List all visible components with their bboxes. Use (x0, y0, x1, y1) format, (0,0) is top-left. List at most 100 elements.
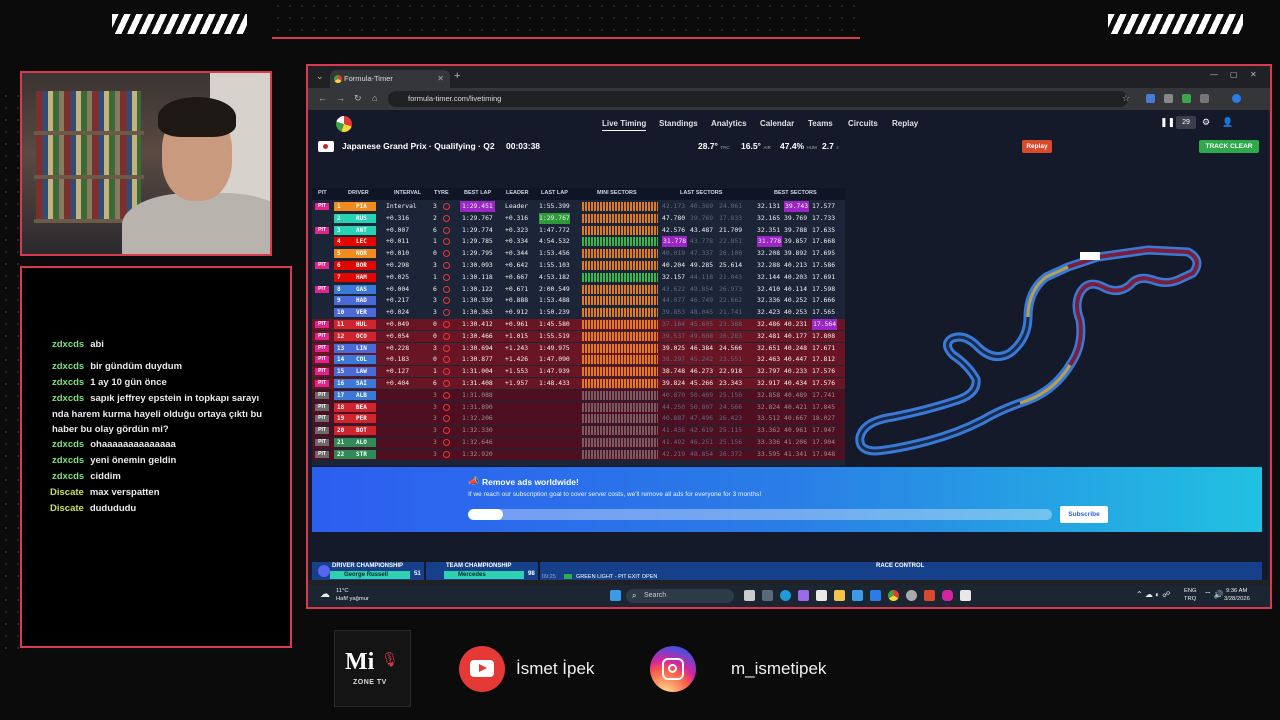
minimize-icon[interactable]: — (1210, 70, 1218, 79)
timing-row[interactable]: 10 VER +0.024 3 1:30.363 +0.912 1:50.239 39.853… (312, 307, 845, 318)
tab-menu-icon[interactable]: ⌄ (316, 71, 324, 82)
column-header[interactable]: DRIVER (348, 190, 369, 196)
timing-row[interactable]: PIT 1 PIA Interval 3 1:29.451 Leader 1:55.399 42… (312, 201, 845, 212)
office-icon[interactable] (816, 590, 827, 601)
chat-username[interactable]: zdxcds (52, 455, 84, 466)
close-tab-icon[interactable]: ✕ (437, 70, 444, 88)
timing-row[interactable]: PIT 22 STR 3 1:32.920 42.219 48.854 26.372 33.59… (312, 448, 845, 460)
timing-row[interactable]: PIT 13 LIN +0.228 3 1:30.694 +1.243 1:49.975 39.… (312, 342, 845, 354)
timing-row[interactable]: 4 LEC +0.011 1 1:29.785 +0.334 4:54.532 31.778 4… (312, 236, 845, 248)
driver-badge[interactable]: 19 PER (334, 414, 376, 424)
pause-icon[interactable]: ❚❚ (1160, 117, 1175, 128)
nav-replay[interactable]: Replay (892, 119, 918, 128)
timing-row[interactable]: PIT 19 PER 3 1:32.206 40.887 47.496 26.423 33.51… (312, 413, 845, 425)
tray-wifi-volume[interactable]: ⌔ 🔊 (1204, 590, 1224, 600)
chat-username[interactable]: zdxcds (52, 377, 84, 388)
timing-row[interactable]: 7 HAM +0.025 1 1:30.118 +0.667 4:53.182 32.157 4… (312, 272, 845, 283)
driver-badge[interactable]: 7 HAM (334, 272, 376, 282)
chat-username[interactable]: zdxcds (52, 393, 84, 404)
timing-row[interactable]: PIT 14 COL +0.183 0 1:30.877 +1.426 1:47.090 38.… (312, 354, 845, 366)
column-header[interactable]: PIT (318, 190, 327, 196)
timing-row[interactable]: PIT 18 BEA 3 1:31.890 44.250 50.807 24.566 32.82… (312, 401, 845, 413)
task-view-icon[interactable] (744, 590, 755, 601)
column-header[interactable]: MINI SECTORS (597, 190, 637, 196)
timing-row[interactable]: PIT 6 BOR +0.298 3 1:30.093 +0.642 1:55.103 40.2… (312, 260, 845, 271)
driver-badge[interactable]: 10 VER (334, 308, 376, 318)
timing-row[interactable]: PIT 20 BOT 3 1:32.330 41.436 42.619 25.115 33.36… (312, 425, 845, 437)
copilot-icon[interactable] (798, 590, 809, 601)
instagram-icon[interactable] (942, 590, 953, 601)
chat-username[interactable]: zdxcds (52, 361, 84, 372)
home-icon[interactable]: ⌂ (372, 93, 377, 103)
driver-badge[interactable]: 1 PIA (334, 202, 376, 211)
gear-icon[interactable]: ⚙ (1202, 117, 1210, 128)
url-field[interactable]: formula-timer.com/livetiming (388, 91, 1128, 107)
maximize-icon[interactable]: ▢ (1230, 70, 1238, 79)
subscribe-button[interactable]: Subscribe (1060, 506, 1108, 523)
driver-badge[interactable]: 6 BOR (334, 261, 376, 270)
driver-badge[interactable]: 16 SAI (334, 379, 376, 388)
nav-analytics[interactable]: Analytics (711, 119, 747, 128)
timing-row[interactable]: PIT 21 ALO 3 1:32.646 41.492 46.251 25.156 33.33… (312, 437, 845, 448)
chrome-icon[interactable] (888, 590, 899, 601)
mail-icon[interactable] (870, 590, 881, 601)
app-logo-icon[interactable] (336, 116, 352, 132)
chat-username[interactable]: Discate (50, 503, 84, 514)
column-header[interactable]: TYRE (434, 190, 449, 196)
extension-icon[interactable] (1164, 94, 1173, 103)
timing-row[interactable]: PIT 8 GAS +0.004 6 1:30.122 +0.671 2:00.549 43.6… (312, 284, 845, 295)
nav-circuits[interactable]: Circuits (848, 119, 878, 128)
discord-icon[interactable] (318, 565, 330, 577)
lang-1[interactable]: ENG (1184, 588, 1197, 594)
driver-badge[interactable]: 8 GAS (334, 284, 376, 294)
timing-row[interactable]: 5 NOR +0.010 0 1:29.795 +0.344 1:53.456 40.019 4… (312, 248, 845, 259)
chat-username[interactable]: zdxcds (52, 439, 84, 450)
taskbar-search[interactable]: Search (626, 589, 734, 603)
column-header[interactable]: BEST SECTORS (774, 190, 817, 196)
edge-icon[interactable] (780, 590, 791, 601)
windows-start-icon[interactable] (610, 590, 621, 601)
new-tab-icon[interactable]: + (454, 70, 460, 82)
timing-row[interactable]: PIT 11 HUL +0.049 0 1:30.412 +0.961 1:45.580 37.… (312, 319, 845, 330)
driver-badge[interactable]: 3 ANT (334, 225, 376, 235)
timing-row[interactable]: PIT 15 LAW +0.127 1 1:31.004 +1.553 1:47.939 38.… (312, 366, 845, 378)
driver-badge[interactable]: 22 STR (334, 449, 376, 459)
chat-username[interactable]: zdxcds (52, 339, 84, 350)
puzzle-icon[interactable] (1200, 94, 1209, 103)
driver-badge[interactable]: 12 OCO (334, 331, 376, 341)
column-header[interactable]: LAST SECTORS (680, 190, 722, 196)
track-status-button[interactable]: TRACK CLEAR (1199, 140, 1259, 153)
reload-icon[interactable]: ↻ (354, 93, 362, 104)
app-icon[interactable] (762, 590, 773, 601)
app-icon[interactable] (924, 590, 935, 601)
nav-standings[interactable]: Standings (659, 119, 698, 128)
extension-icon[interactable] (1146, 94, 1155, 103)
driver-badge[interactable]: 4 LEC (334, 237, 376, 247)
store-icon[interactable] (852, 590, 863, 601)
driver-badge[interactable]: 20 BOT (334, 426, 376, 436)
timing-row[interactable]: PIT 12 OCO +0.054 0 1:30.466 +1.015 1:55.519 39.… (312, 330, 845, 342)
timing-row[interactable]: PIT 17 ALB 3 1:31.088 40.870 50.469 25.150 32.85… (312, 389, 845, 401)
timing-row[interactable]: 2 RUS +0.316 2 1:29.767 +0.316 1:29.767 47.780 3… (312, 212, 845, 224)
app-icon[interactable] (906, 590, 917, 601)
driver-badge[interactable]: 18 BEA (334, 402, 376, 412)
chat-username[interactable]: zdxcds (52, 471, 84, 482)
chat-username[interactable]: Discate (50, 487, 84, 498)
app-icon[interactable] (960, 590, 971, 601)
user-icon[interactable]: 👤 (1222, 117, 1233, 128)
timing-row[interactable]: PIT 16 SAI +0.404 6 1:31.408 +1.957 1:48.433 39.… (312, 378, 845, 389)
column-header[interactable]: BEST LAP (464, 190, 491, 196)
tray-icons[interactable]: ⌃ ☁ ◐ ☍ (1136, 590, 1170, 599)
timing-row[interactable]: 9 HAD +0.217 3 1:30.339 +0.888 1:53.488 44.077 4… (312, 295, 845, 306)
column-header[interactable]: LAST LAP (541, 190, 568, 196)
driver-badge[interactable]: 21 ALO (334, 438, 376, 447)
driver-badge[interactable]: 2 RUS (334, 213, 376, 223)
replay-button[interactable]: Replay (1022, 140, 1052, 153)
browser-tab[interactable]: Formula-Timer ✕ (330, 70, 450, 88)
bookmark-star-icon[interactable]: ☆ (1122, 93, 1130, 104)
extension-icon[interactable] (1182, 94, 1191, 103)
column-header[interactable]: LEADER (506, 190, 529, 196)
nav-live-timing[interactable]: Live Timing (602, 119, 647, 131)
forward-icon[interactable]: → (336, 93, 345, 103)
driver-badge[interactable]: 13 LIN (334, 343, 376, 353)
